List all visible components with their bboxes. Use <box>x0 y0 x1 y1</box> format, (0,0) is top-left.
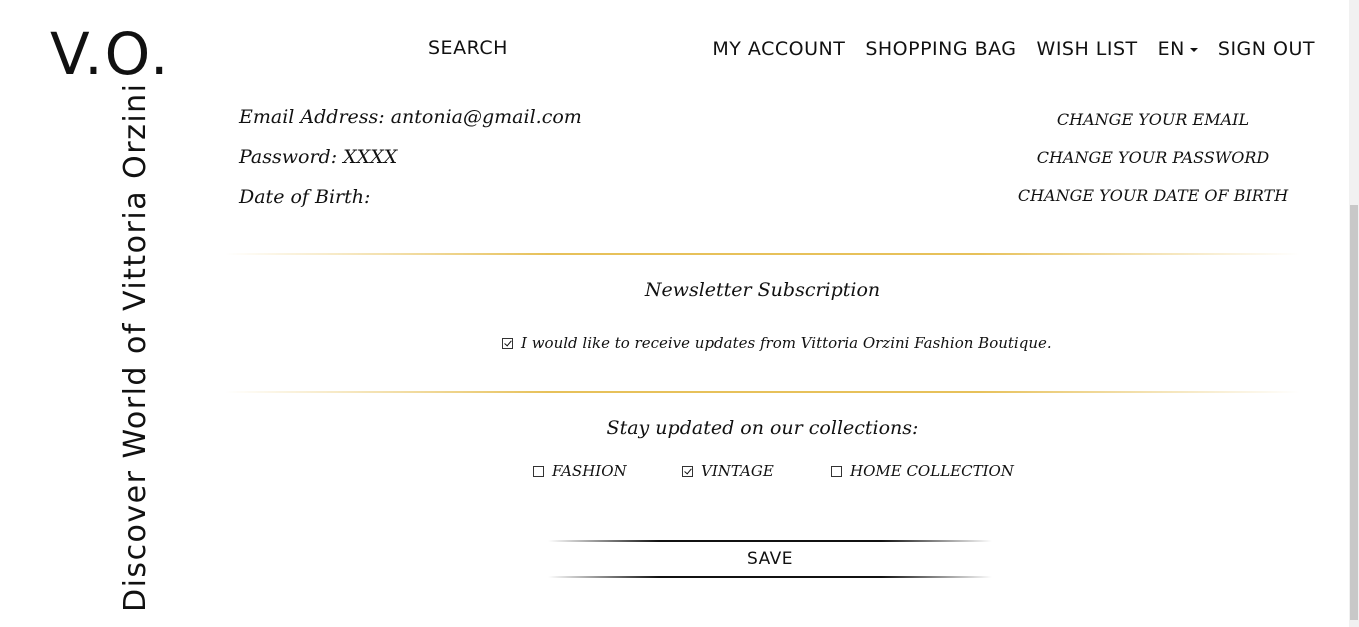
change-password-link[interactable]: CHANGE YOUR PASSWORD <box>983 148 1323 167</box>
email-address-text: Email Address: antonia@gmail.com <box>239 106 582 128</box>
gold-divider <box>225 253 1300 255</box>
newsletter-checkbox[interactable] <box>502 337 513 349</box>
save-label: SAVE <box>746 549 794 569</box>
gold-divider <box>225 391 1300 393</box>
collection-option-vintage[interactable]: VINTAGE <box>682 462 774 480</box>
collection-option-home[interactable]: HOME COLLECTION <box>831 462 1014 480</box>
language-label: EN <box>1157 38 1185 60</box>
site-logo[interactable]: V.O. <box>50 22 170 86</box>
collection-option-fashion[interactable]: FASHION <box>533 462 627 480</box>
vintage-label: VINTAGE <box>701 462 774 480</box>
newsletter-option[interactable]: I would like to receive updates from Vit… <box>502 334 1052 352</box>
newsletter-label: I would like to receive updates from Vit… <box>521 334 1052 352</box>
caret-down-icon <box>1189 47 1198 52</box>
home-collection-checkbox[interactable] <box>831 465 842 477</box>
save-button[interactable]: SAVE <box>548 540 992 578</box>
scrollbar-thumb[interactable] <box>1350 205 1358 620</box>
top-nav: MY ACCOUNT SHOPPING BAG WISH LIST EN SIG… <box>712 38 1315 60</box>
home-collection-label: HOME COLLECTION <box>850 462 1014 480</box>
nav-wish-list[interactable]: WISH LIST <box>1037 38 1138 60</box>
collections-title: Stay updated on our collections: <box>606 417 919 439</box>
vintage-checkbox[interactable] <box>682 465 693 477</box>
side-tagline: Discover World of Vittoria Orzini <box>118 82 153 613</box>
fashion-label: FASHION <box>552 462 627 480</box>
scrollbar[interactable] <box>1349 0 1359 627</box>
nav-search-link[interactable]: SEARCH <box>428 37 508 59</box>
nav-my-account[interactable]: MY ACCOUNT <box>712 38 845 60</box>
nav-shopping-bag[interactable]: SHOPPING BAG <box>865 38 1016 60</box>
language-selector[interactable]: EN <box>1158 38 1198 60</box>
fashion-checkbox[interactable] <box>533 465 544 477</box>
nav-sign-out[interactable]: SIGN OUT <box>1218 38 1315 60</box>
change-email-link[interactable]: CHANGE YOUR EMAIL <box>983 110 1323 129</box>
password-text: Password: XXXX <box>239 146 398 168</box>
newsletter-title: Newsletter Subscription <box>644 279 881 301</box>
date-of-birth-text: Date of Birth: <box>239 186 371 208</box>
change-dob-link[interactable]: CHANGE YOUR DATE OF BIRTH <box>983 186 1323 205</box>
